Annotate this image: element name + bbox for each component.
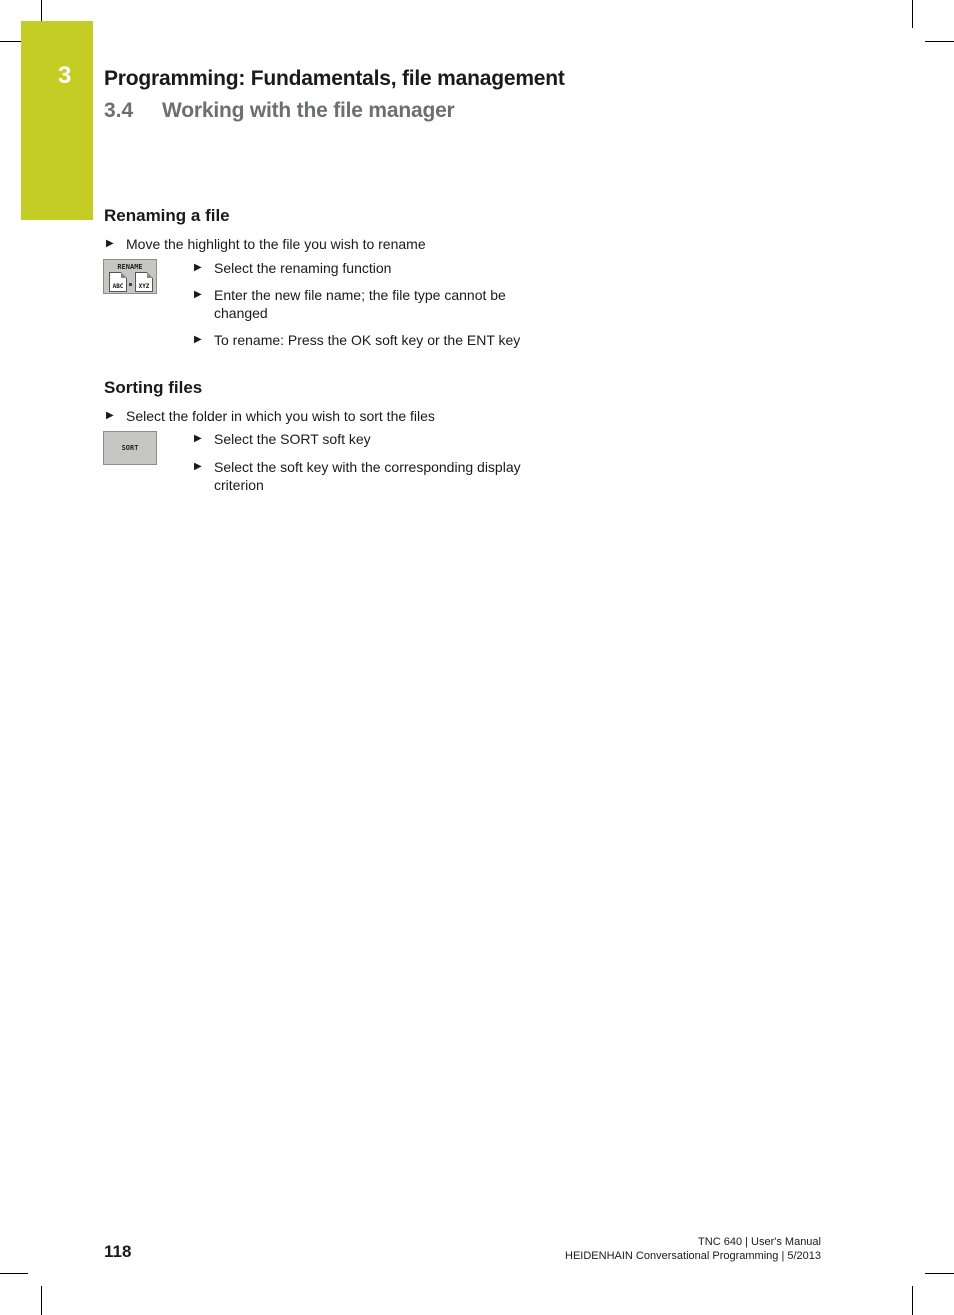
crop-mark — [925, 1273, 954, 1274]
crop-mark — [925, 41, 954, 42]
rename-softkey[interactable]: RENAME ABC XYZ — [103, 259, 157, 294]
bullet-arrow-icon: ▶ — [194, 334, 202, 345]
bullet-arrow-icon: ▶ — [194, 262, 202, 273]
document-icon: ABC — [109, 272, 127, 292]
bullet-arrow-icon: ▶ — [106, 410, 114, 421]
step-rename-1: ▶ Select the renaming function — [194, 260, 392, 276]
step-rename-2: ▶ Enter the new file name; the file type… — [194, 287, 506, 321]
rename-softkey-label: RENAME — [117, 263, 143, 271]
step-sort-1: ▶ Select the SORT soft key — [194, 431, 371, 447]
bullet-arrow-icon: ▶ — [194, 289, 202, 300]
crop-mark — [41, 1286, 42, 1315]
sort-softkey-label: SORT — [121, 444, 139, 452]
step-intro-rename: ▶ Move the highlight to the file you wis… — [106, 236, 426, 252]
chapter-number: 3 — [58, 62, 72, 89]
footer-line-1: TNC 640 | User's Manual — [698, 1236, 821, 1248]
step-sort-2: ▶ Select the soft key with the correspon… — [194, 459, 521, 493]
step-rename-3: ▶ To rename: Press the OK soft key or th… — [194, 332, 521, 348]
chapter-title: Programming: Fundamentals, file manageme… — [104, 67, 565, 90]
section-number: 3.4 — [104, 99, 134, 122]
section-title: Working with the file manager — [162, 99, 455, 122]
crop-mark — [912, 1286, 913, 1315]
crop-mark — [912, 0, 913, 28]
arrow-icon — [129, 283, 132, 286]
bullet-arrow-icon: ▶ — [194, 433, 202, 444]
step-intro-sort: ▶ Select the folder in which you wish to… — [106, 408, 435, 424]
footer-info: TNC 640 | User's Manual HEIDENHAIN Conve… — [565, 1235, 821, 1263]
bullet-arrow-icon: ▶ — [106, 238, 114, 249]
crop-mark — [0, 41, 21, 42]
crop-mark — [0, 1273, 28, 1274]
page-number: 118 — [104, 1242, 132, 1261]
sort-softkey[interactable]: SORT — [103, 431, 157, 465]
heading-sorting: Sorting files — [104, 378, 203, 397]
bullet-arrow-icon: ▶ — [194, 461, 202, 472]
heading-renaming: Renaming a file — [104, 206, 230, 225]
document-icon: XYZ — [135, 272, 153, 292]
footer-line-2: HEIDENHAIN Conversational Programming | … — [565, 1250, 821, 1262]
chapter-tab — [21, 21, 93, 220]
